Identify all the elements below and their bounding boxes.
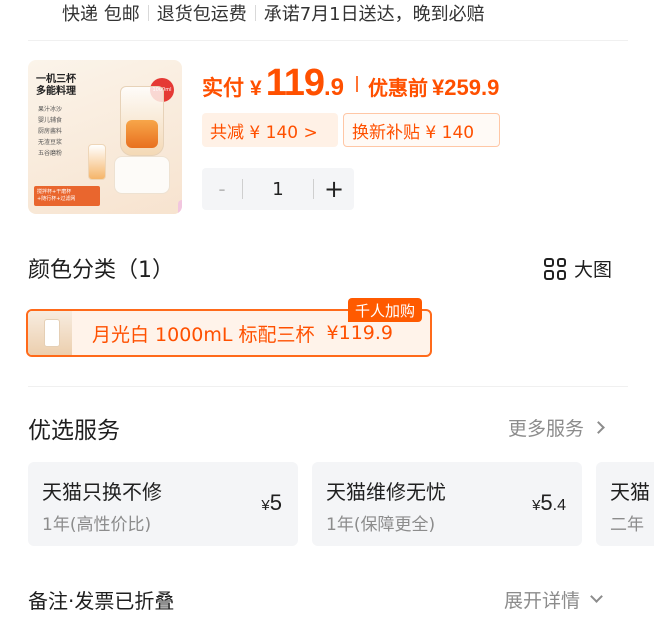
shipping-item-promise: 承诺7月1日送达，晚到必赔 [263, 4, 485, 25]
quantity-stepper: - 1 + [202, 168, 354, 210]
cup-illustration [88, 144, 106, 180]
variant-name: 月光白 1000mL 标配三杯 [92, 323, 315, 346]
product-image[interactable]: 一机三杯 多能料理 果汁冰沙 婴儿辅食 厨房酱料 无渣豆浆 五谷磨粉 1000m… [28, 60, 182, 214]
product-image-title: 一机三杯 多能料理 [36, 74, 76, 97]
notes-invoice-label: 备注·发票已折叠 [28, 589, 175, 613]
service-price: ¥5.4 [532, 490, 566, 515]
shipping-item-express: 快递 包邮 [62, 4, 140, 25]
service-card[interactable]: 天猫只换不修 1年(高性价比) ¥5 [28, 462, 298, 546]
price-label: 实付 [202, 77, 244, 100]
divider [356, 76, 359, 92]
increase-quantity-button[interactable]: + [314, 175, 354, 203]
cup-illustration [178, 200, 182, 214]
service-name: 天猫 [610, 480, 650, 504]
price-decimal: .9 [324, 74, 345, 101]
grid-icon [544, 257, 566, 280]
divider [254, 5, 256, 21]
divider [28, 40, 628, 41]
service-description: 1年(高性价比) [42, 515, 152, 535]
expand-details-label: 展开详情 [504, 590, 581, 612]
price-integer: 119 [265, 62, 325, 104]
price-currency: ¥ [250, 77, 262, 100]
fruit-illustration [126, 120, 158, 148]
more-services-label: 更多服务 [508, 418, 585, 440]
big-image-view-button[interactable]: 大图 [544, 255, 612, 282]
service-name: 天猫只换不修 [42, 480, 162, 504]
services-title: 优选服务 [28, 418, 120, 444]
variant-price: ¥119.9 [326, 322, 394, 344]
product-image-footer: 搅拌杯+干磨杯 +随行杯+过滤网 [34, 186, 100, 206]
original-price-label: 优惠前 [368, 78, 429, 100]
service-description: 二年 [610, 515, 644, 535]
chevron-down-icon [590, 590, 603, 603]
color-category-title: 颜色分类（1） [28, 258, 174, 283]
service-price: ¥5 [261, 490, 282, 515]
popular-badge: 千人加购 [348, 298, 423, 322]
shipping-info: 快递 包邮 退货包运费 承诺7月1日送达，晚到必赔 [62, 0, 485, 26]
expand-details-button[interactable]: 展开详情 [504, 586, 603, 613]
service-card[interactable]: 天猫 二年 [596, 462, 654, 546]
shipping-item-return: 退货包运费 [156, 4, 247, 25]
more-services-link[interactable]: 更多服务 [508, 414, 605, 441]
service-name: 天猫维修无忧 [326, 480, 446, 504]
price-row: 实付 ¥ 119 .9 优惠前 ¥259.9 [202, 62, 499, 106]
service-description: 1年(保障更全) [326, 515, 436, 535]
divider [147, 5, 149, 21]
service-card[interactable]: 天猫维修无忧 1年(保障更全) ¥5.4 [312, 462, 582, 546]
original-price-value: ¥259.9 [432, 75, 500, 100]
big-image-view-label: 大图 [574, 259, 613, 281]
quantity-input[interactable]: 1 [243, 179, 313, 200]
chevron-right-icon [592, 421, 605, 434]
trade-in-subsidy-tag: 换新补贴 ¥ 140 [343, 113, 500, 147]
product-image-features: 果汁冰沙 婴儿辅食 厨房酱料 无渣豆浆 五谷磨粉 [38, 106, 63, 157]
divider [28, 386, 628, 387]
blender-base-illustration [114, 156, 170, 194]
variant-thumbnail [28, 311, 72, 355]
total-discount-tag[interactable]: 共减 ¥ 140 > [202, 113, 338, 147]
decrease-quantity-button[interactable]: - [202, 177, 242, 201]
